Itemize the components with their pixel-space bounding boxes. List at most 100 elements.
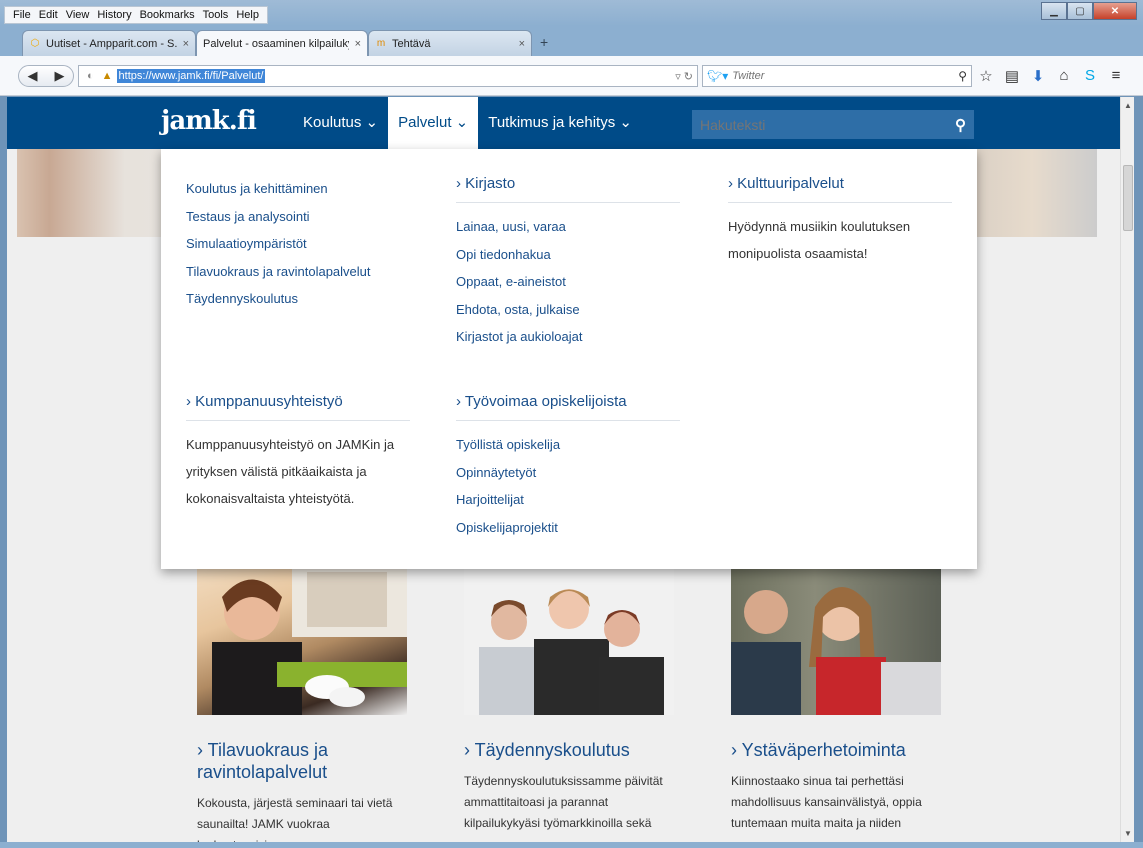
menu-file[interactable]: File xyxy=(9,7,35,23)
page-scrollbar[interactable]: ▲ ▼ xyxy=(1120,97,1134,842)
window-titlebar: File Edit View History Bookmarks Tools H… xyxy=(0,0,1143,26)
close-window-button[interactable]: ✕ xyxy=(1093,2,1137,20)
card-image[interactable] xyxy=(197,567,407,715)
site-logo[interactable]: jamk.fi xyxy=(161,106,257,136)
father-daughter-photo-icon xyxy=(731,587,941,715)
window-bottom-frame xyxy=(0,842,1143,848)
menu-link[interactable]: Työllistä opiskelija xyxy=(456,431,680,459)
menu-help[interactable]: Help xyxy=(232,7,263,23)
nav-palvelut[interactable]: Palvelut ⌄ xyxy=(388,97,479,149)
search-icon[interactable]: ⚲ xyxy=(958,69,967,83)
card-tilavuokraus[interactable]: Tilavuokraus ja ravintolapalvelut Kokous… xyxy=(197,567,407,842)
navigation-toolbar: ◀ ▶ ◐ ▲ https://www.jamk.fi/fi/Palvelut/… xyxy=(0,56,1143,96)
menu-link[interactable]: Kirjastot ja aukioloajat xyxy=(456,323,680,351)
tab-ampparit[interactable]: ⬡ Uutiset - Ampparit.com - S... × xyxy=(22,30,196,56)
site-identity-icon[interactable]: ◐ xyxy=(87,70,94,82)
menu-column-kumppanuus: Kumppanuusyhteistyö Kumppanuusyhteistyö … xyxy=(186,393,410,512)
reload-icon[interactable]: ▿ ↻ xyxy=(675,70,693,83)
back-forward-buttons: ◀ ▶ xyxy=(18,65,74,87)
tab-label: Uutiset - Ampparit.com - S... xyxy=(46,37,177,50)
menu-link[interactable]: Testaus ja analysointi xyxy=(186,203,371,231)
waitress-photo-icon xyxy=(212,567,407,715)
menu-link[interactable]: Opi tiedonhakua xyxy=(456,241,680,269)
search-icon[interactable]: ⚲ xyxy=(955,116,966,134)
tab-tehtava[interactable]: m Tehtävä × xyxy=(368,30,532,56)
menu-link[interactable]: Tilavuokraus ja ravintolapalvelut xyxy=(186,258,371,286)
menu-link[interactable]: Harjoittelijat xyxy=(456,486,680,514)
site-header: jamk.fi Koulutus ⌄ Palvelut ⌄ Tutkimus j… xyxy=(7,97,1126,149)
card-description: Täydennyskoulutuksissamme päivität ammat… xyxy=(464,774,663,830)
bookmark-star-icon[interactable]: ☆ xyxy=(978,67,994,85)
menu-link[interactable]: Koulutus ja kehittäminen xyxy=(186,175,371,203)
card-title[interactable]: Täydennyskoulutus xyxy=(464,739,674,761)
kumppanuusyhteistyo-heading[interactable]: Kumppanuusyhteistyö xyxy=(186,393,410,421)
kulttuuripalvelut-heading[interactable]: Kulttuuripalvelut xyxy=(728,175,952,203)
tab-close-icon[interactable]: × xyxy=(519,38,525,50)
scroll-down-arrow-icon[interactable]: ▼ xyxy=(1121,829,1135,838)
hamburger-menu-icon[interactable]: ≡ xyxy=(1108,67,1124,85)
card-ystavaperhetoiminta[interactable]: Ystäväperhetoiminta Kiinnostaako sinua t… xyxy=(731,567,941,834)
card-description: Kokousta, järjestä seminaari tai vietä s… xyxy=(197,796,393,842)
twitter-bird-icon[interactable]: 🐦︎▾ xyxy=(707,69,728,83)
url-text[interactable]: https://www.jamk.fi/fi/Palvelut/ xyxy=(116,69,266,83)
menu-link[interactable]: Opiskelijaprojektit xyxy=(456,514,680,542)
home-icon[interactable]: ⌂ xyxy=(1056,67,1072,85)
menu-link[interactable]: Simulaatioympäristöt xyxy=(186,230,371,258)
nav-tutkimus[interactable]: Tutkimus ja kehitys ⌄ xyxy=(478,97,642,149)
back-arrow-icon[interactable]: ◀ xyxy=(28,68,38,84)
browser-search-input[interactable] xyxy=(732,70,953,82)
tab-palvelut[interactable]: Palvelut - osaaminen kilpailuky... × xyxy=(196,30,368,56)
reading-list-icon[interactable]: ▤ xyxy=(1004,67,1020,85)
tyovoimaa-heading[interactable]: Työvoimaa opiskelijoista xyxy=(456,393,680,421)
card-image[interactable] xyxy=(731,567,941,715)
menu-bar: File Edit View History Bookmarks Tools H… xyxy=(4,6,268,24)
card-image[interactable] xyxy=(464,567,674,715)
three-women-photo-icon xyxy=(479,589,664,715)
downloads-icon[interactable]: ⬇ xyxy=(1030,67,1046,85)
scroll-up-arrow-icon[interactable]: ▲ xyxy=(1121,101,1135,110)
kulttuuripalvelut-description: Hyödynnä musiikin koulutuksen monipuolis… xyxy=(728,219,911,261)
menu-bookmarks[interactable]: Bookmarks xyxy=(136,7,199,23)
menu-column-tyovoima: Työvoimaa opiskelijoista Työllistä opisk… xyxy=(456,393,680,541)
card-description: Kiinnostaako sinua tai perhettäsi mahdol… xyxy=(731,774,922,830)
menu-edit[interactable]: Edit xyxy=(35,7,62,23)
ampparit-favicon-icon: ⬡ xyxy=(30,38,40,49)
tab-label: Tehtävä xyxy=(392,37,431,50)
address-bar[interactable]: ◐ ▲ https://www.jamk.fi/fi/Palvelut/ ▿ ↻ xyxy=(78,65,698,87)
menu-history[interactable]: History xyxy=(93,7,135,23)
tab-close-icon[interactable]: × xyxy=(355,38,361,50)
forward-arrow-icon[interactable]: ▶ xyxy=(55,68,65,84)
menu-tools[interactable]: Tools xyxy=(199,7,233,23)
main-navigation: Koulutus ⌄ Palvelut ⌄ Tutkimus ja kehity… xyxy=(293,97,642,149)
site-search-input[interactable] xyxy=(692,116,932,133)
menu-column-kulttuuri: Kulttuuripalvelut Hyödynnä musiikin koul… xyxy=(728,175,952,267)
page-viewport: jamk.fi Koulutus ⌄ Palvelut ⌄ Tutkimus j… xyxy=(7,97,1126,842)
menu-view[interactable]: View xyxy=(62,7,94,23)
tab-close-icon[interactable]: × xyxy=(183,38,189,50)
nav-koulutus[interactable]: Koulutus ⌄ xyxy=(293,97,388,149)
site-search-box: ⚲ xyxy=(692,110,974,139)
tab-strip: ⬡ Uutiset - Ampparit.com - S... × Palvel… xyxy=(0,26,1143,56)
menu-link[interactable]: Lainaa, uusi, varaa xyxy=(456,213,680,241)
menu-link[interactable]: Ehdota, osta, julkaise xyxy=(456,296,680,324)
skype-icon[interactable]: S xyxy=(1082,67,1098,85)
window-controls: ▁ ▢ ✕ xyxy=(1041,2,1137,20)
new-tab-button[interactable]: + xyxy=(540,34,548,50)
minimize-button[interactable]: ▁ xyxy=(1041,2,1067,20)
toolbar-icons: ☆ ▤ ⬇ ⌂ S ≡ xyxy=(978,67,1124,85)
maximize-button[interactable]: ▢ xyxy=(1067,2,1093,20)
menu-link[interactable]: Oppaat, e-aineistot xyxy=(456,268,680,296)
card-title[interactable]: Ystäväperhetoiminta xyxy=(731,739,941,761)
browser-search-bar[interactable]: 🐦︎▾ ⚲ xyxy=(702,65,972,87)
kirjasto-heading[interactable]: Kirjasto xyxy=(456,175,680,203)
card-taydennyskoulutus[interactable]: Täydennyskoulutus Täydennyskoulutuksissa… xyxy=(464,567,674,834)
scrollbar-thumb[interactable] xyxy=(1123,165,1133,231)
kumppanuusyhteistyo-description: Kumppanuusyhteistyö on JAMKin ja yrityks… xyxy=(186,437,395,506)
menu-column-kirjasto: Kirjasto Lainaa, uusi, varaa Opi tiedonh… xyxy=(456,175,680,351)
card-title[interactable]: Tilavuokraus ja ravintolapalvelut xyxy=(197,739,407,783)
tab-label: Palvelut - osaaminen kilpailuky... xyxy=(203,37,349,50)
menu-column-services: Koulutus ja kehittäminen Testaus ja anal… xyxy=(186,175,371,313)
menu-link[interactable]: Täydennyskoulutus xyxy=(186,285,371,313)
warning-icon[interactable]: ▲ xyxy=(102,70,113,82)
menu-link[interactable]: Opinnäytetyöt xyxy=(456,459,680,487)
